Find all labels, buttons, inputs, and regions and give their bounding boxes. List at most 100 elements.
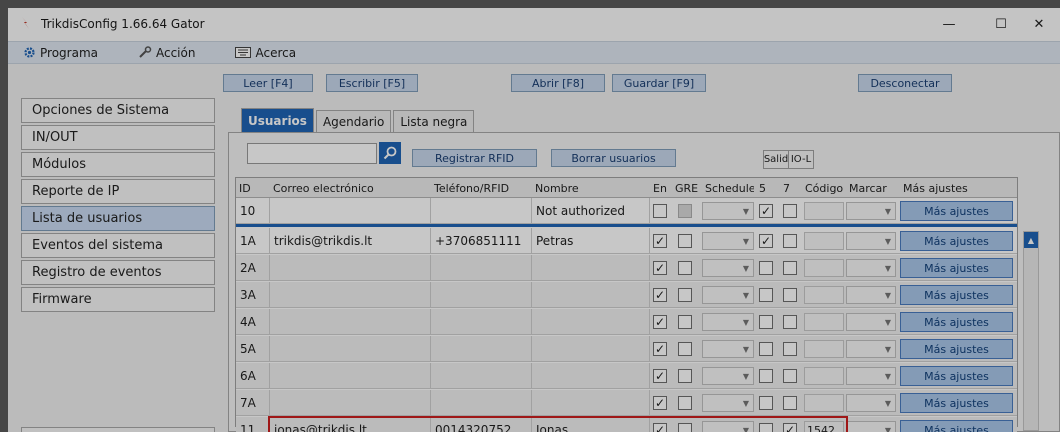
cell-id[interactable]: 2A [236,255,270,280]
checkbox-en[interactable]: ✓ [653,315,667,329]
checkbox-gre[interactable] [678,234,692,248]
table-row[interactable]: 4A ✓ ▼ ▼ Más ajustes [236,309,1017,335]
cell-phone[interactable] [431,336,532,361]
mas-ajustes-button[interactable]: Más ajustes [900,420,1013,432]
cell-phone[interactable] [431,255,532,280]
cell-phone[interactable] [431,282,532,307]
search-input[interactable] [247,143,377,164]
marcar-dropdown[interactable]: ▼ [846,232,896,250]
checkbox-gre[interactable] [678,261,692,275]
cell-id[interactable]: 11 [236,417,270,432]
search-button[interactable] [379,142,401,164]
registrar-rfid-button[interactable]: Registrar RFID [412,149,537,167]
mas-ajustes-button[interactable]: Más ajustes [900,393,1013,413]
schedule-dropdown[interactable]: ▼ [702,313,754,331]
cell-email[interactable] [270,198,431,223]
guardar-button[interactable]: Guardar [F9] [612,74,706,92]
mas-ajustes-button[interactable]: Más ajustes [900,258,1013,278]
checkbox-c5[interactable] [759,342,773,356]
cell-email[interactable] [270,363,431,388]
cell-id[interactable]: 6A [236,363,270,388]
mas-ajustes-button[interactable]: Más ajustes [900,312,1013,332]
checkbox-c5[interactable] [759,423,773,432]
codigo-field[interactable] [804,202,844,220]
cell-name[interactable]: Not authorized [532,198,650,223]
cell-name[interactable]: Petras [532,228,650,253]
checkbox-en[interactable]: ✓ [653,423,667,432]
cell-email[interactable] [270,282,431,307]
mas-ajustes-button[interactable]: Más ajustes [900,285,1013,305]
checkbox-c5[interactable]: ✓ [759,204,773,218]
checkbox-gre[interactable] [678,423,692,432]
cell-id[interactable]: 4A [236,309,270,334]
cell-email[interactable] [270,390,431,415]
table-row[interactable]: 2A ✓ ▼ ▼ Más ajustes [236,255,1017,281]
checkbox-gre[interactable] [678,288,692,302]
cell-name[interactable] [532,309,650,334]
mas-ajustes-button[interactable]: Más ajustes [900,339,1013,359]
schedule-dropdown[interactable]: ▼ [702,394,754,412]
cell-name[interactable] [532,390,650,415]
checkbox-c7[interactable] [783,396,797,410]
sidebar-item-registro-eventos[interactable]: Registro de eventos [21,260,215,285]
schedule-dropdown[interactable]: ▼ [702,367,754,385]
cell-phone[interactable]: +3706851111 [431,228,532,253]
schedule-dropdown[interactable]: ▼ [702,259,754,277]
cell-id[interactable]: 10 [236,198,270,223]
checkbox-c5[interactable]: ✓ [759,234,773,248]
checkbox-c5[interactable] [759,369,773,383]
marcar-dropdown[interactable]: ▼ [846,421,896,432]
cell-id[interactable]: 5A [236,336,270,361]
table-row[interactable]: 7A ✓ ▼ ▼ Más ajustes [236,390,1017,416]
checkbox-c7[interactable] [783,234,797,248]
cell-phone[interactable]: 0014320752 [431,417,532,432]
table-row[interactable]: 6A ✓ ▼ ▼ Más ajustes [236,363,1017,389]
scroll-up-icon[interactable]: ▲ [1024,232,1038,248]
schedule-dropdown[interactable]: ▼ [702,421,754,432]
table-row[interactable]: 3A ✓ ▼ ▼ Más ajustes [236,282,1017,308]
codigo-field[interactable] [804,313,844,331]
codigo-field[interactable] [804,259,844,277]
cell-name[interactable] [532,282,650,307]
cell-email[interactable] [270,336,431,361]
checkbox-c7[interactable] [783,288,797,302]
marcar-dropdown[interactable]: ▼ [846,340,896,358]
table-row[interactable]: 11 jonas@trikdis.lt 0014320752 Jonas ✓ ▼ ✓ 1542… [236,417,1017,432]
abrir-button[interactable]: Abrir [F8] [511,74,605,92]
checkbox-c7[interactable] [783,204,797,218]
cell-id[interactable]: 7A [236,390,270,415]
checkbox-en[interactable]: ✓ [653,369,667,383]
marcar-dropdown[interactable]: ▼ [846,394,896,412]
table-row[interactable]: 1A trikdis@trikdis.lt +3706851111 Petras ✓ ▼ ✓… [236,228,1017,254]
cell-email[interactable]: trikdis@trikdis.lt [270,228,431,253]
tab-agendario[interactable]: Agendario [315,110,392,132]
cell-name[interactable] [532,255,650,280]
checkbox-c7[interactable]: ✓ [783,423,797,432]
checkbox-c5[interactable] [759,288,773,302]
checkbox-c5[interactable] [759,315,773,329]
cell-id[interactable]: 3A [236,282,270,307]
checkbox-c7[interactable] [783,315,797,329]
cell-name[interactable] [532,363,650,388]
codigo-field[interactable] [804,232,844,250]
menu-acerca[interactable]: Acerca [235,46,296,60]
menu-programa[interactable]: Programa [23,46,98,60]
borrar-usuarios-button[interactable]: Borrar usuarios [551,149,676,167]
sidebar-item-in-out[interactable]: IN/OUT [21,125,215,150]
schedule-dropdown[interactable]: ▼ [702,340,754,358]
checkbox-c5[interactable] [759,261,773,275]
marcar-dropdown[interactable]: ▼ [846,259,896,277]
sidebar-item-opciones-sistema[interactable]: Opciones de Sistema [21,98,215,123]
cell-name[interactable] [532,336,650,361]
schedule-dropdown[interactable]: ▼ [702,232,754,250]
marcar-dropdown[interactable]: ▼ [846,202,896,220]
sidebar-item-eventos-sistema[interactable]: Eventos del sistema [21,233,215,258]
close-button[interactable]: ✕ [1016,8,1060,41]
checkbox-c7[interactable] [783,342,797,356]
sidebar-item-modulos[interactable]: Módulos [21,152,215,177]
checkbox-gre[interactable] [678,342,692,356]
codigo-field[interactable] [804,340,844,358]
mas-ajustes-button[interactable]: Más ajustes [900,201,1013,221]
checkbox-gre[interactable] [678,369,692,383]
menu-accion[interactable]: Acción [138,46,195,60]
